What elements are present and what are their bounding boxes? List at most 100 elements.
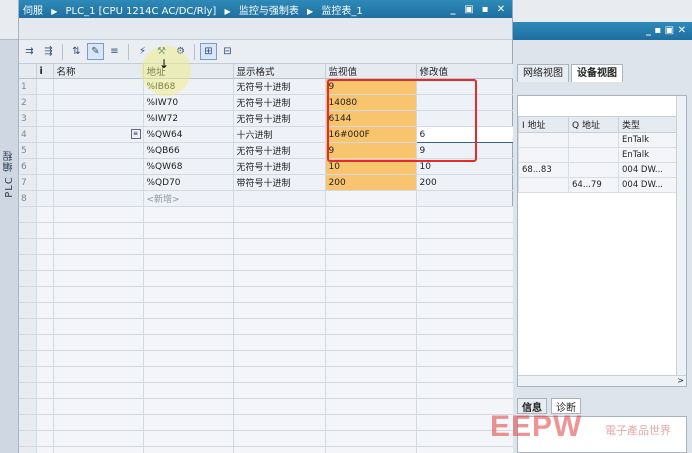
row-format-cell[interactable]: 十六进制▼ [233, 126, 326, 143]
row-modify-value[interactable]: 6 [415, 126, 514, 143]
row-format: 十六进制 [236, 131, 273, 141]
left-sidebar: PLC 编程 [0, 0, 19, 453]
add-row-icon[interactable]: ⇶ [40, 43, 57, 60]
close-icon[interactable]: ✕ [496, 4, 506, 15]
insert-row-icon[interactable]: ⇉ [21, 43, 38, 60]
table-row[interactable]: 3 %IW72 无符号十进制 6144 [19, 110, 514, 127]
inspector-tabs: 信息 诊断 [517, 398, 581, 414]
add-new-row[interactable]: <新增> [143, 190, 234, 207]
breadcrumb-plc[interactable]: PLC_1 [CPU 1214C AC/DC/Rly] [66, 6, 217, 17]
float-icon[interactable]: ▪ [480, 4, 490, 15]
tab-info[interactable]: 信息 [517, 398, 547, 414]
plc-programming-tab[interactable]: PLC 编程 [2, 150, 17, 198]
table-row [19, 334, 514, 351]
row-modify-value[interactable]: 9 [416, 142, 514, 159]
tab-device-view[interactable]: 设备视图 [571, 64, 623, 82]
row-info [36, 110, 54, 127]
row-address[interactable]: %QW64 [143, 126, 234, 143]
row-modify-value[interactable]: 10 [416, 158, 514, 175]
col-header-name[interactable]: 名称 [53, 64, 144, 79]
minimize-icon[interactable]: _ [448, 4, 458, 15]
col-header-type[interactable]: 类型 [618, 116, 679, 133]
restore-icon[interactable]: ▣ [464, 4, 474, 15]
tab-network-view[interactable]: 网络视图 [517, 64, 569, 82]
device-table-row[interactable]: 64...79 004 DW... [518, 177, 679, 193]
col-header-address[interactable]: 地址 [143, 64, 234, 79]
row-format[interactable]: 无符号十进制 [233, 158, 326, 175]
col-header-modify[interactable]: 修改值 [416, 64, 514, 79]
row-format[interactable]: 带符号十进制 [233, 174, 326, 191]
row-name[interactable]: ≡ [53, 126, 144, 143]
row-address[interactable]: %IW70 [143, 94, 234, 111]
row-address[interactable]: %QB66 [143, 142, 234, 159]
row-monitor-value: 16#000F [325, 126, 417, 143]
row-type: EnTalk [618, 132, 679, 148]
row-modify-value[interactable] [416, 78, 514, 95]
row-info [36, 190, 54, 207]
row-format[interactable]: 无符号十进制 [233, 110, 326, 127]
row-modify-value[interactable]: 200 [416, 174, 514, 191]
table-row [19, 206, 514, 223]
table-row[interactable]: 7 %QD70 带符号十进制 200 200 [19, 174, 514, 191]
breadcrumb-watch-table[interactable]: 监控表_1 [321, 6, 362, 17]
row-number: 1 [19, 78, 37, 95]
table-row[interactable]: 4 ≡ %QW64 十六进制▼ 16#000F 6 [19, 126, 514, 143]
monitor-all-icon[interactable]: ✎ [87, 43, 104, 60]
col-header-monitor[interactable]: 监视值 [325, 64, 417, 79]
row-name[interactable] [53, 142, 144, 159]
row-number: 3 [19, 110, 37, 127]
row-q-address [568, 147, 619, 163]
table-row[interactable]: 5 %QB66 无符号十进制 9 9 [19, 142, 514, 159]
col-header-q-address[interactable]: Q 地址 [568, 116, 619, 133]
device-table-row[interactable]: EnTalk [518, 147, 679, 163]
row-type: EnTalk [618, 147, 679, 163]
enable-peripheral-icon[interactable]: ⚙ [172, 43, 189, 60]
breadcrumb-watch-force[interactable]: 监控与强制表 [239, 6, 299, 17]
watch-table-window: 伺服 ▶ PLC_1 [CPU 1214C AC/DC/Rly] ▶ 监控与强制… [19, 0, 514, 453]
row-modify-value[interactable] [416, 110, 514, 127]
row-name[interactable] [53, 110, 144, 127]
row-info [36, 78, 54, 95]
device-table-row[interactable]: 68...83 004 DW... [518, 162, 679, 178]
row-format[interactable]: 无符号十进制 [233, 94, 326, 111]
breadcrumb-separator-icon: ▶ [307, 6, 314, 16]
table-row [19, 270, 514, 287]
row-number: 5 [19, 142, 37, 159]
row-format[interactable]: 无符号十进制 [233, 142, 326, 159]
table-row[interactable]: 2 %IW70 无符号十进制 14080 [19, 94, 514, 111]
row-name[interactable] [53, 94, 144, 111]
table-row[interactable]: 1 %IB68 无符号十进制 9 [19, 78, 514, 95]
monitor-once-icon[interactable]: ≡ [106, 43, 123, 60]
modify-now-icon[interactable]: ⚡ [134, 43, 151, 60]
horizontal-scrollbar[interactable]: > [518, 375, 686, 386]
row-modify-value[interactable] [416, 190, 514, 207]
table-row[interactable]: 8 <新增> [19, 190, 514, 207]
sort-icon[interactable]: ⇅ [68, 43, 85, 60]
show-columns-icon[interactable]: ⊞ [200, 43, 217, 60]
scroll-right-icon[interactable]: > [677, 376, 684, 385]
row-monitor-value: 14080 [325, 94, 417, 111]
row-address[interactable]: %QD70 [143, 174, 234, 191]
row-name[interactable] [53, 158, 144, 175]
left-strip-top [0, 0, 18, 40]
row-name[interactable] [53, 78, 144, 95]
row-address[interactable]: %QW68 [143, 158, 234, 175]
table-header-row: i 名称 地址 显示格式 监视值 修改值 [19, 64, 514, 79]
breadcrumb-project[interactable]: 伺服 [23, 6, 43, 17]
row-format[interactable]: 无符号十进制 [233, 78, 326, 95]
row-name[interactable] [53, 174, 144, 191]
device-table-row[interactable]: EnTalk [518, 132, 679, 148]
vertical-scrollbar[interactable] [676, 96, 686, 386]
row-address[interactable]: %IB68 [143, 78, 234, 95]
row-format[interactable] [233, 190, 326, 207]
col-header-i-address[interactable]: I 地址 [518, 116, 569, 133]
table-row[interactable]: 6 %QW68 无符号十进制 10 10 [19, 158, 514, 175]
col-header-format[interactable]: 显示格式 [233, 64, 326, 79]
row-name[interactable] [53, 190, 144, 207]
show-all-columns-icon[interactable]: ⊟ [219, 43, 236, 60]
row-modify-value[interactable] [416, 94, 514, 111]
tab-diagnostics[interactable]: 诊断 [551, 398, 581, 414]
row-edit-icon[interactable]: ≡ [130, 129, 141, 140]
row-monitor-value: 6144 [325, 110, 417, 127]
row-address[interactable]: %IW72 [143, 110, 234, 127]
